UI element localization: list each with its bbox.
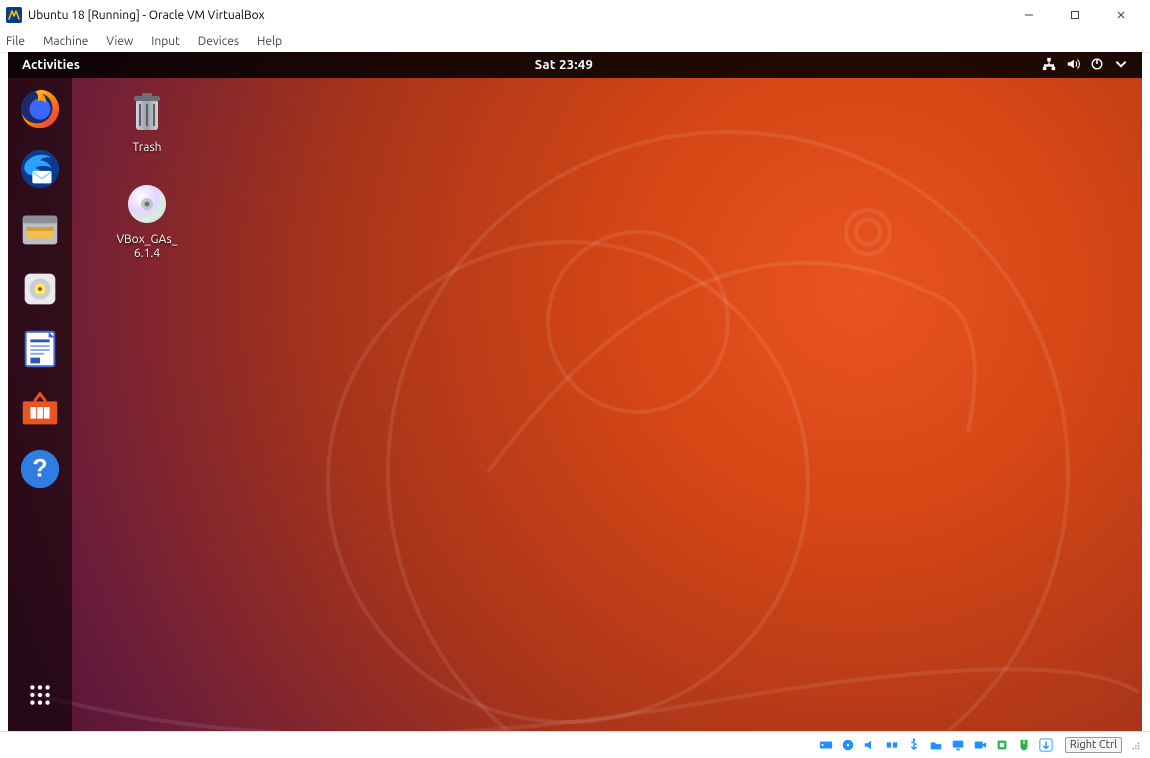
volume-icon — [1066, 57, 1080, 74]
chevron-down-icon — [1114, 57, 1128, 74]
sb-hostkey-label[interactable]: Right Ctrl — [1065, 737, 1122, 753]
dock-ubuntu-software[interactable] — [17, 386, 63, 432]
svg-text:?: ? — [32, 455, 47, 483]
dock-thunderbird[interactable] — [17, 146, 63, 192]
power-icon — [1090, 57, 1104, 74]
dock-rhythmbox[interactable] — [17, 266, 63, 312]
activities-button[interactable]: Activities — [16, 58, 86, 72]
dock-libreoffice-writer[interactable] — [17, 326, 63, 372]
disc-icon — [123, 180, 171, 228]
virtualbox-statusbar: Right Ctrl — [0, 731, 1150, 758]
gnome-dock: ? — [8, 78, 72, 732]
sb-network-icon[interactable] — [883, 736, 901, 754]
sb-usb-icon[interactable] — [905, 736, 923, 754]
sb-mouse-integration-icon[interactable] — [1015, 736, 1033, 754]
virtualbox-titlebar: Ubuntu 18 [Running] - Oracle VM VirtualB… — [0, 0, 1150, 30]
dock-files[interactable] — [17, 206, 63, 252]
menu-help[interactable]: Help — [257, 35, 282, 48]
network-icon — [1042, 57, 1056, 74]
minimize-button[interactable] — [1006, 0, 1052, 30]
trash-icon — [123, 88, 171, 136]
desktop-disc-label: VBox_GAs_ 6.1.4 — [102, 233, 192, 261]
menu-view[interactable]: View — [106, 35, 133, 48]
sb-recording-icon[interactable] — [971, 736, 989, 754]
topbar-status-area[interactable] — [1042, 57, 1134, 74]
sb-shared-folders-icon[interactable] — [927, 736, 945, 754]
sb-hostkey-arrow-icon[interactable] — [1037, 736, 1055, 754]
guest-display: Activities Sat 23:49 — [8, 52, 1142, 732]
sb-display-icon[interactable] — [949, 736, 967, 754]
virtualbox-menubar: File Machine View Input Devices Help — [0, 30, 1150, 53]
sb-resize-grip-icon[interactable] — [1126, 736, 1144, 754]
sb-cpu-icon[interactable] — [993, 736, 1011, 754]
ubuntu-desktop: Activities Sat 23:49 — [8, 52, 1142, 732]
gnome-topbar: Activities Sat 23:49 — [8, 52, 1142, 78]
desktop-trash[interactable]: Trash — [102, 88, 192, 155]
topbar-clock[interactable]: Sat 23:49 — [86, 58, 1042, 72]
dock-help[interactable]: ? — [17, 446, 63, 492]
menu-machine[interactable]: Machine — [43, 35, 88, 48]
menu-devices[interactable]: Devices — [198, 35, 239, 48]
close-button[interactable] — [1098, 0, 1144, 30]
sb-optical-icon[interactable] — [839, 736, 857, 754]
desktop-trash-label: Trash — [102, 141, 192, 155]
virtualbox-app-icon — [6, 7, 22, 23]
virtualbox-window-title: Ubuntu 18 [Running] - Oracle VM VirtualB… — [28, 9, 265, 22]
desktop-disc-vbox-gas[interactable]: VBox_GAs_ 6.1.4 — [102, 180, 192, 261]
menu-file[interactable]: File — [6, 35, 25, 48]
show-applications-button[interactable] — [17, 672, 63, 718]
menu-input[interactable]: Input — [151, 35, 180, 48]
sb-audio-icon[interactable] — [861, 736, 879, 754]
dock-firefox[interactable] — [17, 86, 63, 132]
sb-hdd-icon[interactable] — [817, 736, 835, 754]
desktop-area[interactable]: Trash VBox_GAs_ 6.1.4 — [72, 78, 1142, 732]
maximize-button[interactable] — [1052, 0, 1098, 30]
